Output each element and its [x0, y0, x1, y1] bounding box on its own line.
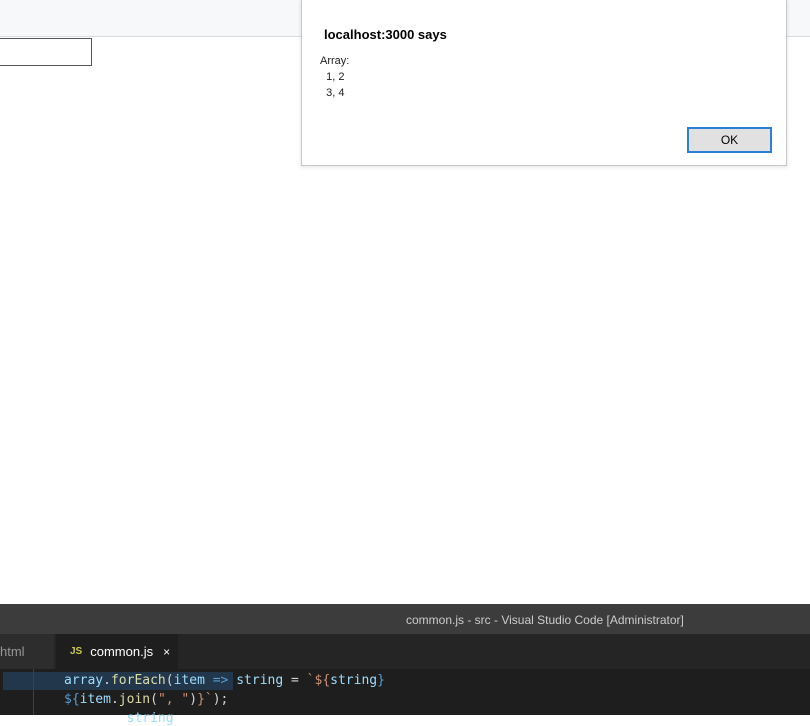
- code-token: (: [150, 692, 158, 707]
- code-token: }: [377, 673, 385, 688]
- vscode-titlebar: common.js - src - Visual Studio Code [Ad…: [0, 604, 810, 634]
- code-line: array.forEach(item => string = `${string…: [64, 673, 385, 688]
- code-token: .: [103, 673, 111, 688]
- tab-common-js[interactable]: JS common.js ×: [56, 634, 178, 669]
- close-icon[interactable]: ×: [163, 645, 170, 659]
- alert-dialog: localhost:3000 says Array: 1, 2 3, 4 OK: [301, 0, 787, 166]
- code-line: ${item.join(", ")}`);: [64, 692, 228, 707]
- tab-label: html: [0, 644, 25, 659]
- code-token: `${: [306, 673, 331, 688]
- alert-message-line: Array:: [320, 55, 350, 67]
- vscode-window: common.js - src - Visual Studio Code [Ad…: [0, 604, 810, 726]
- alert-message-line: 1, 2: [320, 71, 345, 83]
- code-token: );: [212, 692, 229, 707]
- alert-message: Array: 1, 2 3, 4: [320, 53, 349, 101]
- code-token: join: [118, 692, 151, 707]
- code-token: .: [110, 692, 119, 707]
- alert-title: localhost:3000 says: [324, 27, 447, 42]
- code-line: string: [64, 711, 174, 726]
- window-title: common.js - src - Visual Studio Code [Ad…: [406, 613, 684, 627]
- tab-html[interactable]: html: [0, 634, 54, 669]
- code-editor[interactable]: array.forEach(item => string = `${string…: [0, 669, 810, 726]
- code-token: item: [79, 692, 111, 707]
- javascript-file-icon: JS: [70, 646, 83, 657]
- code-token: string: [330, 673, 378, 688]
- tab-label: common.js: [90, 644, 154, 659]
- tab-bar: html JS common.js ×: [0, 634, 810, 669]
- code-token: =>: [204, 673, 237, 688]
- code-token: forEach: [110, 673, 166, 688]
- code-token: item: [173, 673, 205, 688]
- code-token: string: [236, 673, 284, 688]
- indent-guide: [33, 669, 34, 715]
- code-token: array: [64, 673, 104, 688]
- code-token: ): [189, 692, 198, 707]
- page-text-input[interactable]: [0, 38, 92, 66]
- code-token: =: [283, 673, 307, 688]
- code-token: (: [165, 673, 174, 688]
- code-token: ${: [64, 692, 80, 707]
- code-token: }`: [197, 692, 213, 707]
- alert-message-line: 3, 4: [320, 87, 345, 99]
- ok-button[interactable]: OK: [687, 127, 772, 153]
- code-token: ", ": [157, 692, 190, 707]
